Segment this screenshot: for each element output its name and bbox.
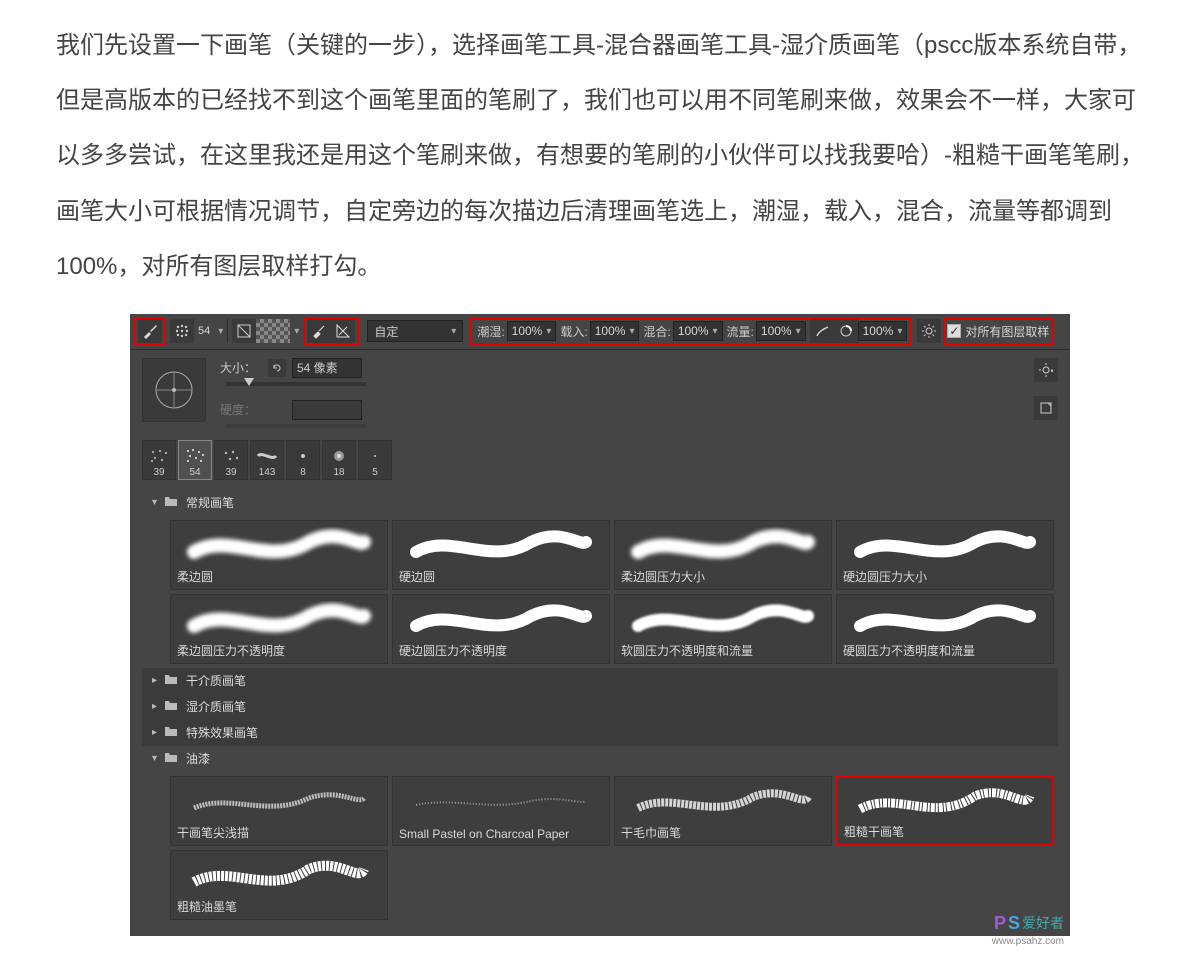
watermark-cn: 爱好者 <box>1022 913 1064 933</box>
brush-cell[interactable]: 柔边圆压力大小 <box>614 520 832 590</box>
brush-thumb[interactable]: 5 <box>358 440 392 480</box>
size-label: 大小： <box>220 359 268 376</box>
airbrush-icon[interactable] <box>810 319 834 343</box>
options-bar: 54 ▾ ▾ 自定 ▾ 潮湿: 100%▾ 载入: 100%▾ 混合: 100%… <box>130 314 1070 350</box>
brush-settings-toggle-icon[interactable] <box>232 319 256 343</box>
wet-label: 潮湿: <box>477 323 504 340</box>
watermark-url: www.psahz.com <box>992 936 1064 947</box>
folder-regular[interactable]: ▾ 常规画笔 <box>142 490 1058 516</box>
brush-thumb[interactable]: 143 <box>250 440 284 480</box>
folder-icon <box>164 725 180 740</box>
texture-swatch-icon[interactable] <box>256 319 290 343</box>
brush-cell[interactable]: 硬边圆 <box>392 520 610 590</box>
brush-thumb-row: 39 54 39 143 8 18 5 <box>142 440 1058 480</box>
brush-thumb[interactable]: 8 <box>286 440 320 480</box>
panel-gear-icon[interactable] <box>1034 358 1058 382</box>
folder-icon <box>164 751 180 766</box>
brush-cell[interactable]: 柔边圆 <box>170 520 388 590</box>
brush-preset-icon[interactable] <box>170 319 194 343</box>
brush-tree: ▾ 常规画笔 柔边圆 硬边圆 柔边圆压力大小 硬边圆压力大小 柔边圆压力不透明度… <box>142 490 1058 924</box>
brush-thumb[interactable]: 39 <box>142 440 176 480</box>
mix-label: 混合: <box>643 323 670 340</box>
chevron-right-icon: ▸ <box>152 727 164 738</box>
article-paragraph: 我们先设置一下画笔（关键的一步），选择画笔工具-混合器画笔工具-湿介质画笔（ps… <box>0 0 1200 304</box>
brush-thumb[interactable]: 54 <box>178 440 212 480</box>
clean-brush-icon[interactable] <box>331 319 355 343</box>
params-highlight: 潮湿: 100%▾ 载入: 100%▾ 混合: 100%▾ 流量: 100%▾ … <box>469 317 911 345</box>
chevron-down-icon: ▾ <box>152 497 164 508</box>
hardness-label: 硬度： <box>220 401 268 418</box>
folder-icon <box>164 495 180 510</box>
article-text: 我们先设置一下画笔（关键的一步），选择画笔工具-混合器画笔工具-湿介质画笔（ps… <box>56 32 1144 280</box>
clean-brush-highlight <box>303 317 359 345</box>
photoshop-panel: 54 ▾ ▾ 自定 ▾ 潮湿: 100%▾ 载入: 100%▾ 混合: 100%… <box>130 314 1070 936</box>
brush-size-number: 54 <box>198 325 210 337</box>
brush-cell[interactable]: 柔边圆压力不透明度 <box>170 594 388 664</box>
chevron-right-icon: ▸ <box>152 675 164 686</box>
chevron-down-icon[interactable]: ▾ <box>294 326 299 337</box>
load-value[interactable]: 100%▾ <box>590 321 640 341</box>
hardness-value[interactable] <box>292 400 362 420</box>
wet-value[interactable]: 100%▾ <box>507 321 557 341</box>
watermark-s: S <box>1008 913 1020 934</box>
reset-size-icon[interactable] <box>268 359 286 377</box>
chevron-right-icon: ▸ <box>152 701 164 712</box>
brush-panel: 大小： 54 像素 硬度： <box>130 350 1070 936</box>
folder-icon <box>164 673 180 688</box>
brush-thumb[interactable]: 39 <box>214 440 248 480</box>
size-value[interactable]: 54 像素 <box>292 358 362 378</box>
load-brush-icon[interactable] <box>307 319 331 343</box>
brush-cell-rough-dry[interactable]: 粗糙干画笔 <box>836 776 1054 846</box>
watermark: PS 爱好者 www.psahz.com <box>994 913 1064 934</box>
folder-icon <box>164 699 180 714</box>
separator <box>227 319 228 343</box>
mixer-brush-tool-icon[interactable] <box>138 319 162 343</box>
gear-icon[interactable] <box>917 319 941 343</box>
brush-cell[interactable]: 软圆压力不透明度和流量 <box>614 594 832 664</box>
chevron-down-icon: ▾ <box>451 326 456 337</box>
brush-cell[interactable]: Small Pastel on Charcoal Paper <box>392 776 610 846</box>
brush-cell[interactable]: 干画笔尖浅描 <box>170 776 388 846</box>
brush-thumb[interactable]: 18 <box>322 440 356 480</box>
folder-special[interactable]: ▸ 特殊效果画笔 <box>142 720 1058 746</box>
brush-cell[interactable]: 硬边圆压力不透明度 <box>392 594 610 664</box>
chevron-down-icon: ▾ <box>152 753 164 764</box>
flow-value[interactable]: 100%▾ <box>756 321 806 341</box>
brush-cell[interactable]: 粗糙油墨笔 <box>170 850 388 920</box>
load-label: 载入: <box>560 323 587 340</box>
sample-all-layers-checkbox[interactable]: ✓ <box>947 324 961 338</box>
smoothing-icon[interactable] <box>834 319 858 343</box>
chevron-down-icon[interactable]: ▾ <box>218 326 223 337</box>
folder-dry[interactable]: ▸ 干介质画笔 <box>142 668 1058 694</box>
brush-cell[interactable]: 干毛巾画笔 <box>614 776 832 846</box>
preset-dropdown[interactable]: 自定 ▾ <box>367 320 463 342</box>
brush-cell[interactable]: 硬圆压力不透明度和流量 <box>836 594 1054 664</box>
mix-value[interactable]: 100%▾ <box>673 321 723 341</box>
brush-tip-preview[interactable] <box>142 358 206 422</box>
smoothing-value[interactable]: 100%▾ <box>858 321 908 341</box>
folder-oil[interactable]: ▾ 油漆 <box>142 746 1058 772</box>
sample-all-label: 对所有图层取样 <box>965 323 1049 340</box>
sample-all-highlight: ✓ 对所有图层取样 <box>943 317 1053 345</box>
hardness-slider[interactable] <box>226 424 366 428</box>
size-slider[interactable] <box>226 382 366 386</box>
watermark-p: P <box>994 913 1006 934</box>
tool-icon-highlight <box>134 317 166 345</box>
flow-label: 流量: <box>727 323 754 340</box>
preset-label: 自定 <box>374 323 398 340</box>
folder-wet[interactable]: ▸ 湿介质画笔 <box>142 694 1058 720</box>
brush-cell[interactable]: 硬边圆压力大小 <box>836 520 1054 590</box>
oil-brush-grid: 干画笔尖浅描 Small Pastel on Charcoal Paper 干毛… <box>142 772 1058 924</box>
new-preset-icon[interactable] <box>1034 396 1058 420</box>
regular-brush-grid: 柔边圆 硬边圆 柔边圆压力大小 硬边圆压力大小 柔边圆压力不透明度 硬边圆压力不… <box>142 516 1058 668</box>
